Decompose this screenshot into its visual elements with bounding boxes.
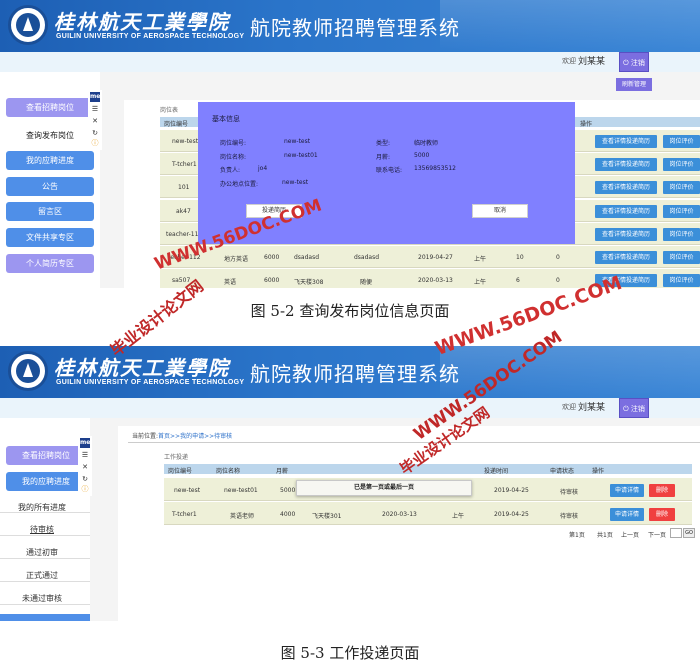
refresh-icon[interactable]: ↻ (80, 474, 90, 484)
pager-total: 共1页 (597, 532, 613, 539)
floating-toolbar: me ☰ ✕ ↻ ⓘ (88, 90, 102, 150)
modal-title: 基本信息 (212, 115, 240, 123)
refresh-button[interactable]: 刷新管理 (616, 78, 652, 91)
view-apply-button[interactable]: 查看详情投递简历 (595, 228, 657, 241)
info-icon[interactable]: ⓘ (80, 484, 90, 494)
tools-icon[interactable]: ✕ (80, 462, 90, 472)
view-apply-button[interactable]: 查看详情投递简历 (595, 251, 657, 264)
university-name: 桂林航天工業學院 (54, 356, 230, 380)
view-apply-button[interactable]: 查看详情投递简历 (595, 181, 657, 194)
logout-button[interactable]: ⏻ 注销 (619, 52, 649, 72)
sidebar-item-files[interactable]: 文件共享专区 (6, 228, 94, 247)
page-number-input[interactable] (670, 528, 682, 538)
breadcrumb: 当前位置:首页>>我的申请>>待审核 (132, 433, 233, 440)
me-icon[interactable]: me (80, 438, 90, 448)
figure-caption: 图 5-2 查询发布岗位信息页面 (250, 302, 450, 320)
header-banner: 桂林航天工業學院 GUILIN UNIVERSITY OF AEROSPACE … (0, 346, 700, 398)
submenu-rejected[interactable]: 未通过审核 (22, 593, 62, 604)
view-apply-button[interactable]: 查看详情投递简历 (595, 274, 657, 287)
delete-button[interactable]: 删除 (649, 508, 675, 521)
section-label: 岗位表 (160, 107, 179, 114)
go-button[interactable]: GO (683, 528, 695, 538)
sidebar-item-view-posts[interactable]: 查看招聘岗位 (6, 446, 86, 465)
rate-post-button[interactable]: 岗位评价 (663, 135, 700, 148)
system-title: 航院教师招聘管理系统 (250, 362, 460, 386)
view-apply-button[interactable]: 查看详情投递简历 (595, 158, 657, 171)
sidebar-item-view-posts[interactable]: 查看招聘岗位 (6, 98, 94, 117)
screenshot-query-posts: 桂林航天工業學院 GUILIN UNIVERSITY OF AEROSPACE … (0, 0, 700, 288)
rate-post-button[interactable]: 岗位评价 (663, 181, 700, 194)
logout-button[interactable]: ⏻ 注销 (619, 398, 649, 418)
refresh-icon[interactable]: ↻ (90, 128, 100, 138)
sidebar: 查看招聘岗位 我的应聘进度 我的所有进度 待审核 通过初审 正式通过 未通过审核 (0, 418, 90, 621)
post-detail-modal: 基本信息 岗位编号: new-test 岗位名称: new-test01 负责人… (198, 102, 575, 244)
column-header-id: 岗位编号 (164, 121, 189, 128)
delete-button[interactable]: 删除 (649, 484, 675, 497)
header-banner: 桂林航天工業學院 GUILIN UNIVERSITY OF AEROSPACE … (0, 0, 700, 52)
rate-post-button[interactable]: 岗位评价 (663, 205, 700, 218)
rate-post-button[interactable]: 岗位评价 (663, 228, 700, 241)
floating-toolbar: me ☰ ✕ ↻ ⓘ (78, 436, 92, 496)
column-header-ops: 操作 (580, 121, 593, 128)
pager-current: 第1页 (569, 532, 585, 539)
submenu-approved[interactable]: 正式通过 (26, 570, 58, 581)
username: 刘某某 (578, 403, 606, 413)
sidebar-item-notice[interactable]: 公告 (6, 177, 94, 196)
sidebar-item-progress[interactable]: 我的应聘进度 (6, 151, 94, 170)
apply-detail-button[interactable]: 申请详情 (610, 508, 644, 521)
username: 刘某某 (578, 57, 606, 67)
university-name: 桂林航天工業學院 (54, 10, 230, 34)
rate-post-button[interactable]: 岗位评价 (663, 251, 700, 264)
tools-icon[interactable]: ✕ (90, 116, 100, 126)
menu-icon[interactable]: ☰ (80, 450, 90, 460)
table-header: 岗位编号 岗位名称 月薪 投递时间 申请状态 操作 (164, 464, 692, 475)
page-limit-tooltip: 已是第一页或最后一页 (296, 480, 472, 496)
pager-next[interactable]: 下一页 (648, 530, 666, 539)
system-title: 航院教师招聘管理系统 (250, 16, 460, 40)
rate-post-button[interactable]: 岗位评价 (663, 158, 700, 171)
university-logo-icon (8, 351, 48, 391)
sidebar-item-progress[interactable]: 我的应聘进度 (6, 472, 86, 491)
view-apply-button[interactable]: 查看详情投递简历 (595, 135, 657, 148)
submenu-first-review[interactable]: 通过初审 (26, 547, 58, 558)
menu-icon[interactable]: ☰ (90, 104, 100, 114)
sidebar-item-messages[interactable]: 留言区 (6, 202, 94, 221)
user-bar: 欢迎 刘某某 ⏻ 注销 (0, 398, 700, 418)
sidebar-item-resume[interactable]: 个人简历专区 (6, 254, 94, 273)
me-icon[interactable]: me (90, 92, 100, 102)
welcome-text: 欢迎 (562, 403, 576, 411)
pager-prev[interactable]: 上一页 (621, 530, 639, 539)
user-bar: 欢迎 刘某某 ⏻ 注销 (0, 52, 700, 72)
rate-post-button[interactable]: 岗位评价 (663, 274, 700, 287)
submit-resume-button[interactable]: 投递简历 (246, 204, 302, 218)
view-apply-button[interactable]: 查看详情投递简历 (595, 205, 657, 218)
sidebar: 查看招聘岗位 查询发布岗位 我的应聘进度 公告 留言区 文件共享专区 个人简历专… (0, 72, 100, 288)
info-icon[interactable]: ⓘ (90, 138, 100, 148)
university-logo-icon (8, 5, 48, 45)
figure-caption: 图 5-3 工作投递页面 (280, 644, 420, 662)
screenshot-job-applications: 桂林航天工業學院 GUILIN UNIVERSITY OF AEROSPACE … (0, 346, 700, 621)
welcome-text: 欢迎 (562, 57, 576, 65)
university-name-en: GUILIN UNIVERSITY OF AEROSPACE TECHNOLOG… (56, 33, 245, 40)
apply-detail-button[interactable]: 申请详情 (610, 484, 644, 497)
submenu-pending[interactable]: 待审核 (30, 524, 54, 535)
cancel-button[interactable]: 取消 (472, 204, 528, 218)
sidebar-item-query-posts[interactable]: 查询发布岗位 (6, 126, 94, 145)
section-label: 工作投递 (164, 454, 189, 461)
university-name-en: GUILIN UNIVERSITY OF AEROSPACE TECHNOLOG… (56, 379, 245, 386)
